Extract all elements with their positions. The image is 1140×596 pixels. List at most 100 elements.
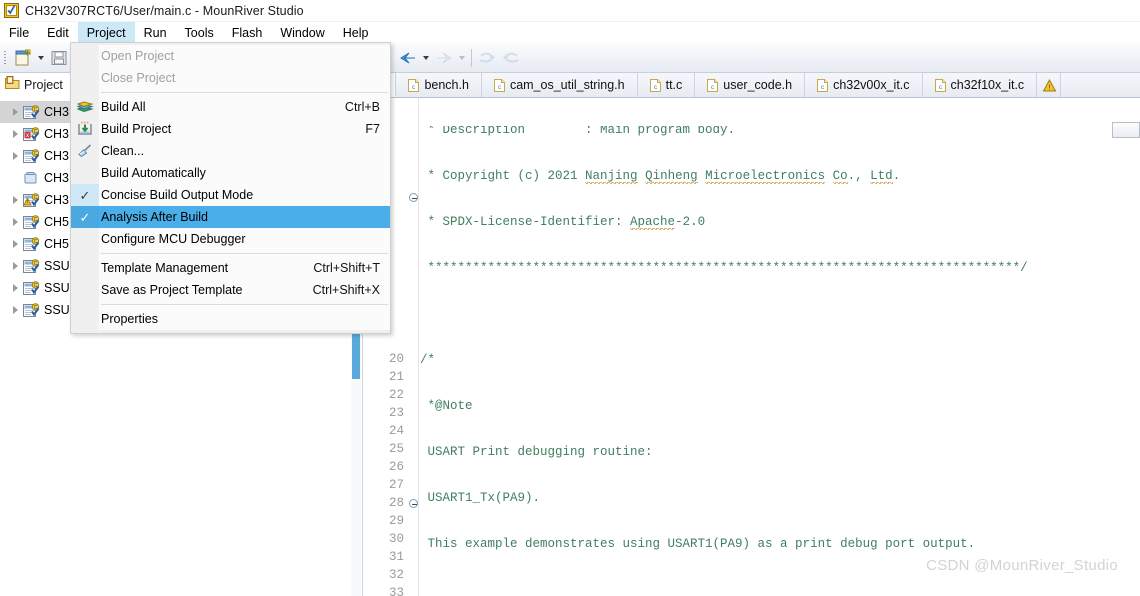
menubar-item-tools[interactable]: Tools	[176, 22, 223, 43]
expand-chevron-icon[interactable]	[8, 149, 22, 163]
toolbar-grip[interactable]	[3, 48, 9, 68]
code-view[interactable]: 20 21 22 23 24 25 26 27 28 29 30 31 32 3…	[364, 98, 1140, 596]
menu-item-label: Analysis After Build	[101, 210, 208, 224]
menu-item-gutter	[71, 257, 99, 279]
forward-arrow-icon	[432, 46, 456, 70]
svg-text:x: x	[26, 133, 29, 139]
expand-chevron-icon[interactable]	[8, 259, 22, 273]
menubar-item-edit[interactable]: Edit	[38, 22, 78, 43]
menu-item-close-project[interactable]: Close Project	[71, 67, 390, 89]
chevron-down-icon[interactable]	[420, 47, 432, 69]
tree-item-label: CH3	[44, 171, 70, 185]
undo-icon	[475, 46, 499, 70]
c-file-icon: c	[817, 78, 829, 92]
menu-item-clean[interactable]: Clean...	[71, 140, 390, 162]
scroll-up-button[interactable]	[1112, 122, 1140, 138]
c-project-icon: C	[23, 148, 40, 164]
menu-item-shortcut: Ctrl+B	[344, 100, 380, 114]
code-text[interactable]: * Description : Main program body. * Cop…	[420, 98, 1140, 596]
menu-item-open-project[interactable]: Open Project	[71, 45, 390, 67]
menu-item-gutter	[71, 45, 99, 67]
c-project-icon: C	[23, 104, 40, 120]
code-line-text: * SPDX-License-Identifier: Apache-2.0	[420, 215, 706, 230]
svg-text:c: c	[498, 85, 501, 91]
closed-project-folder-icon	[23, 171, 40, 186]
project-explorer-icon	[5, 76, 20, 93]
tab-project[interactable]: Project	[0, 73, 72, 97]
editor-tab-ch32f10x-it-c[interactable]: c ch32f10x_it.c	[923, 73, 1038, 97]
menu-item-configure-mcu-debugger[interactable]: Configure MCU Debugger	[71, 228, 390, 250]
chevron-down-icon[interactable]	[35, 47, 47, 69]
back-arrow-icon[interactable]	[396, 46, 420, 70]
code-line: This example demonstrates using USART1(P…	[420, 535, 1140, 553]
line-number: 23	[388, 406, 404, 420]
checkmark-icon: ✓	[79, 187, 91, 203]
c-project-icon: C	[23, 214, 40, 230]
mounriver-studio-window: CH32V307RCT6/User/main.c - MounRiver Stu…	[0, 0, 1140, 596]
menu-item-label: Build Project	[101, 122, 172, 136]
menu-item-shortcut: F7	[365, 122, 380, 136]
line-number: 28	[388, 496, 404, 510]
menu-item-gutter: ✓	[71, 206, 99, 228]
menu-item-build-all[interactable]: Build All Ctrl+B	[71, 96, 390, 118]
save-icon[interactable]	[47, 46, 71, 70]
svg-text:c: c	[654, 85, 657, 91]
expand-chevron-icon[interactable]	[8, 193, 22, 207]
menu-item-properties[interactable]: Properties	[71, 308, 390, 330]
menu-item-concise-build-output-mode[interactable]: ✓ Concise Build Output Mode	[71, 184, 390, 206]
code-folding-column[interactable]	[408, 98, 419, 596]
code-line-text: * Description : Main program body.	[420, 126, 736, 137]
menu-item-gutter	[71, 140, 99, 162]
project-tab-label: Project	[24, 77, 63, 92]
c-project-icon: C	[23, 236, 40, 252]
expand-chevron-icon[interactable]	[8, 281, 22, 295]
editor-tab-ch32v00x-it-c[interactable]: c ch32v00x_it.c	[805, 73, 923, 97]
expand-chevron-icon[interactable]	[8, 303, 22, 317]
menubar-item-flash[interactable]: Flash	[223, 22, 272, 43]
menu-bar: File Edit Project Run Tools Flash Window…	[0, 22, 1140, 43]
editor-tab-label: tt.c	[665, 78, 683, 92]
editor-tab-tt-c[interactable]: c tt.c	[638, 73, 696, 97]
c-project-icon: C	[23, 258, 40, 274]
menu-item-label: Save as Project Template	[101, 283, 243, 297]
menu-separator	[71, 89, 390, 96]
menubar-item-help[interactable]: Help	[334, 22, 378, 43]
menu-item-build-automatically[interactable]: Build Automatically	[71, 162, 390, 184]
editor-tab-warning[interactable]: !	[1037, 73, 1062, 97]
new-file-icon[interactable]	[11, 46, 35, 70]
editor-tab-cam-os-util-string-h[interactable]: c cam_os_util_string.h	[482, 73, 638, 97]
svg-text:!: !	[1049, 84, 1051, 91]
editor-tab-bench-h[interactable]: c bench.h	[396, 73, 482, 97]
expand-chevron-icon[interactable]	[8, 237, 22, 251]
window-title: CH32V307RCT6/User/main.c - MounRiver Stu…	[25, 3, 304, 18]
code-line: *@Note	[420, 397, 1140, 415]
line-number: 22	[388, 388, 404, 402]
expand-chevron-icon[interactable]	[8, 215, 22, 229]
menu-item-save-as-project-template[interactable]: Save as Project Template Ctrl+Shift+X	[71, 279, 390, 301]
line-number: 29	[388, 514, 404, 528]
menu-separator	[71, 301, 390, 308]
editor-tab-label: ch32v00x_it.c	[833, 78, 910, 92]
menu-item-build-project[interactable]: Build Project F7	[71, 118, 390, 140]
line-number: 25	[388, 442, 404, 456]
line-number: 32	[388, 568, 404, 582]
expand-chevron-icon[interactable]	[8, 105, 22, 119]
menu-item-gutter	[71, 96, 99, 118]
fold-marker-icon[interactable]	[409, 499, 418, 508]
menu-item-template-management[interactable]: Template Management Ctrl+Shift+T	[71, 257, 390, 279]
menubar-item-run[interactable]: Run	[135, 22, 176, 43]
title-bar: CH32V307RCT6/User/main.c - MounRiver Stu…	[0, 0, 1140, 22]
line-number: 33	[388, 586, 404, 596]
menu-item-analysis-after-build[interactable]: ✓ Analysis After Build	[71, 206, 390, 228]
expand-chevron-icon[interactable]	[8, 127, 22, 141]
menubar-item-file[interactable]: File	[0, 22, 38, 43]
tree-item-label: CH3	[44, 105, 70, 119]
editor-tab-user-code-h[interactable]: c user_code.h	[695, 73, 806, 97]
menubar-item-project[interactable]: Project	[77, 22, 135, 43]
menubar-item-window[interactable]: Window	[271, 22, 333, 43]
editor-tab-row: in.c c bench.h c	[364, 73, 1140, 98]
line-number: 24	[388, 424, 404, 438]
fold-marker-icon[interactable]	[409, 193, 418, 202]
